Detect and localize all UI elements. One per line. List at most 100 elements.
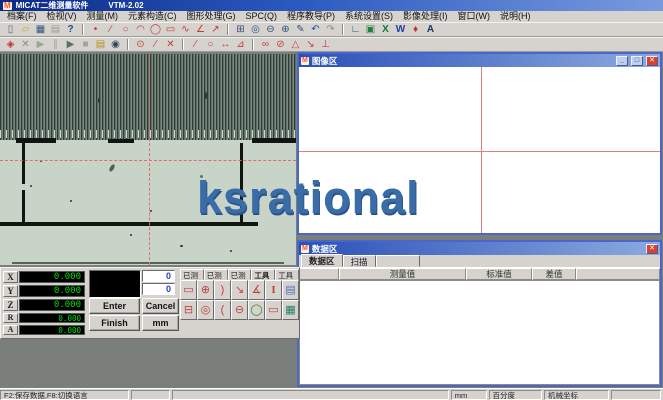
grid-arc-left-icon[interactable]: ( bbox=[214, 300, 231, 320]
element-delete-icon[interactable]: ✕ bbox=[163, 38, 178, 51]
print-icon[interactable]: ▤ bbox=[48, 23, 63, 36]
run-icon[interactable]: ▶ bbox=[63, 38, 78, 51]
word-icon[interactable]: W bbox=[393, 23, 408, 36]
line-icon[interactable]: ∕ bbox=[103, 23, 118, 36]
measure-distance-icon[interactable]: ↔ bbox=[218, 38, 233, 51]
play-icon[interactable]: ▶ bbox=[33, 38, 48, 51]
measure-angle-icon[interactable]: ⊿ bbox=[233, 38, 248, 51]
zoom-window-icon[interactable]: ⊞ bbox=[233, 23, 248, 36]
grid-slot-icon[interactable]: ⊖ bbox=[231, 300, 248, 320]
toolbar-separator bbox=[342, 24, 344, 35]
zoom-out-icon[interactable]: ⊖ bbox=[263, 23, 278, 36]
excel-icon[interactable]: X bbox=[378, 23, 393, 36]
finish-button[interactable]: Finish bbox=[89, 315, 140, 331]
cancel-button[interactable]: Cancel bbox=[142, 298, 179, 314]
rectangle-icon[interactable]: ▭ bbox=[163, 23, 178, 36]
tab-tools-2[interactable]: 工具2 bbox=[275, 269, 299, 280]
close-button[interactable]: ✕ bbox=[646, 56, 658, 66]
image-export-icon[interactable]: ▣ bbox=[363, 23, 378, 36]
grid-rect2-icon[interactable]: ▭ bbox=[265, 300, 282, 320]
grid-calculator-icon[interactable]: ▦ bbox=[282, 300, 299, 320]
minimize-button[interactable]: _ bbox=[616, 56, 628, 66]
grid-circle-center-icon[interactable]: ⊕ bbox=[197, 280, 214, 300]
menu-window[interactable]: 窗口(W) bbox=[453, 11, 496, 22]
grid-arc-right-icon[interactable]: ) bbox=[214, 280, 231, 300]
point-icon[interactable]: • bbox=[88, 23, 103, 36]
new-icon[interactable]: ▯ bbox=[3, 23, 18, 36]
data-tab-blank[interactable] bbox=[376, 255, 420, 267]
folder-icon[interactable]: ▤ bbox=[93, 38, 108, 51]
speck bbox=[150, 210, 152, 212]
vector-icon[interactable]: ↘ bbox=[303, 38, 318, 51]
text-label-icon[interactable]: A bbox=[423, 23, 438, 36]
menu-spc[interactable]: SPC(Q) bbox=[241, 11, 283, 22]
capture-icon[interactable]: ◈ bbox=[3, 38, 18, 51]
stop-icon[interactable]: ■ bbox=[78, 38, 93, 51]
menu-teach[interactable]: 程序教导(P) bbox=[282, 11, 340, 22]
element-point-icon[interactable]: ⊙ bbox=[133, 38, 148, 51]
grid-rect-center-icon[interactable]: ⊟ bbox=[180, 300, 197, 320]
tab-measured-2[interactable]: 已测2 bbox=[204, 269, 228, 280]
pause-icon[interactable]: ∥ bbox=[48, 38, 63, 51]
tab-measured-3[interactable]: 已测3 bbox=[228, 269, 252, 280]
tab-measured-1[interactable]: 已测1 bbox=[180, 269, 204, 280]
menu-system[interactable]: 系统设置(S) bbox=[340, 11, 398, 22]
menu-construct[interactable]: 元素构造(C) bbox=[123, 11, 182, 22]
version-label: VTM-2.02 bbox=[108, 1, 143, 10]
grid-rect-icon[interactable]: ▭ bbox=[180, 280, 197, 300]
menu-file[interactable]: 档案(F) bbox=[2, 11, 42, 22]
unit-button[interactable]: mm bbox=[142, 315, 179, 331]
globe-icon[interactable]: ◉ bbox=[108, 38, 123, 51]
tangent-icon[interactable]: ⊘ bbox=[273, 38, 288, 51]
ellipse-icon[interactable]: ◯ bbox=[148, 23, 163, 36]
grid-concentric-icon[interactable]: ◎ bbox=[197, 300, 214, 320]
menu-help[interactable]: 说明(H) bbox=[495, 11, 536, 22]
pick-arrow-icon[interactable]: ↗ bbox=[208, 23, 223, 36]
profile-icon[interactable]: ∟ bbox=[348, 23, 363, 36]
enter-button[interactable]: Enter bbox=[89, 298, 140, 314]
grid-angle-icon[interactable]: ∡ bbox=[248, 280, 265, 300]
grid-ring-icon[interactable]: ◯ bbox=[248, 300, 265, 320]
redo-icon[interactable]: ↷ bbox=[323, 23, 338, 36]
zoom-in-icon[interactable]: ⊕ bbox=[278, 23, 293, 36]
open-icon[interactable]: ▱ bbox=[18, 23, 33, 36]
measure-line-icon[interactable]: ∕ bbox=[188, 38, 203, 51]
menu-view[interactable]: 检视(V) bbox=[42, 11, 82, 22]
spline-icon[interactable]: ∿ bbox=[178, 23, 193, 36]
element-line-icon[interactable]: ∕ bbox=[148, 38, 163, 51]
camera-image-view[interactable] bbox=[0, 54, 296, 265]
save-icon[interactable]: ▦ bbox=[33, 23, 48, 36]
data-tab-scan[interactable]: 扫描 bbox=[343, 255, 376, 267]
triangle-icon[interactable]: △ bbox=[288, 38, 303, 51]
menu-graphics[interactable]: 图形处理(G) bbox=[182, 11, 241, 22]
datum-icon[interactable]: ⊥ bbox=[318, 38, 333, 51]
data-tab-data[interactable]: 数据区 bbox=[301, 254, 343, 267]
circle-icon[interactable]: ○ bbox=[118, 23, 133, 36]
close-button[interactable]: ✕ bbox=[646, 244, 658, 254]
tab-tools-1[interactable]: 工具1 bbox=[251, 269, 275, 280]
axis-label[interactable]: R bbox=[3, 313, 18, 323]
undo-icon[interactable]: ↶ bbox=[308, 23, 323, 36]
axis-label[interactable]: A bbox=[3, 325, 18, 335]
maximize-button[interactable]: □ bbox=[631, 56, 643, 66]
crosshair-icon[interactable]: ✕ bbox=[18, 38, 33, 51]
help-icon[interactable]: ? bbox=[63, 23, 78, 36]
data-table-body[interactable] bbox=[299, 280, 660, 385]
report-icon[interactable]: ♦ bbox=[408, 23, 423, 36]
menu-measure[interactable]: 测量(M) bbox=[82, 11, 124, 22]
toolbar-separator bbox=[182, 39, 184, 50]
axis-label[interactable]: X bbox=[3, 271, 18, 283]
menu-imageproc[interactable]: 影像处理(I) bbox=[398, 11, 453, 22]
grid-printer-icon[interactable]: ▤ bbox=[282, 280, 299, 300]
axis-label[interactable]: Y bbox=[3, 285, 18, 297]
grid-arrow-icon[interactable]: ↘ bbox=[231, 280, 248, 300]
image-window-title: 图像区 bbox=[312, 55, 338, 67]
measure-circle-icon[interactable]: ○ bbox=[203, 38, 218, 51]
grid-height-icon[interactable]: I bbox=[265, 280, 282, 300]
edit-icon[interactable]: ✎ bbox=[293, 23, 308, 36]
angle-icon[interactable]: ∠ bbox=[193, 23, 208, 36]
distance-circles-icon[interactable]: ∞ bbox=[258, 38, 273, 51]
arc-icon[interactable]: ◠ bbox=[133, 23, 148, 36]
zoom-dynamic-icon[interactable]: ◎ bbox=[248, 23, 263, 36]
axis-label[interactable]: Z bbox=[3, 299, 18, 311]
